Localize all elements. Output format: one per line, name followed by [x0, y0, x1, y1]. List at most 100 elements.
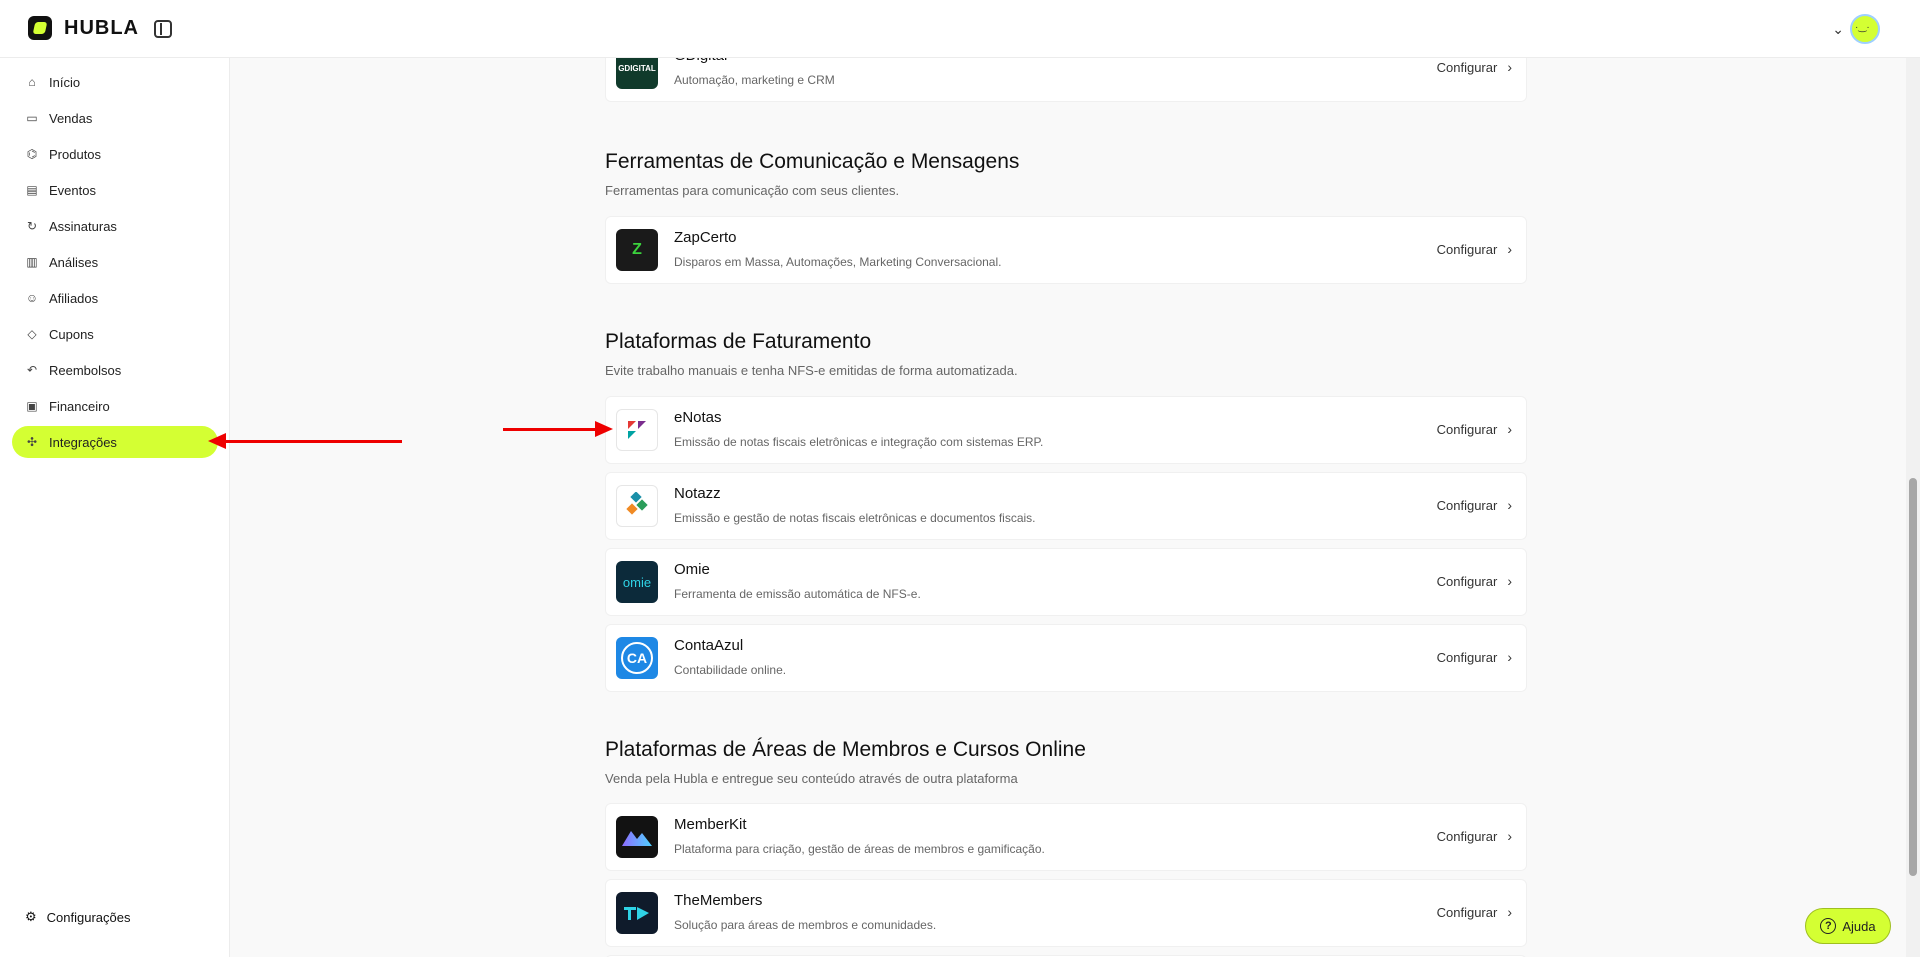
integration-description: Disparos em Massa, Automações, Marketing… [674, 255, 1002, 269]
sidebar-item-eventos[interactable]: ▤ Eventos [12, 174, 218, 206]
sidebar-item-label: Cupons [49, 326, 94, 342]
annotation-arrow-sidebar [224, 440, 402, 443]
collapse-sidebar-icon[interactable] [154, 20, 172, 38]
integration-name: ContaAzul [674, 637, 744, 654]
sidebar-item-cupons[interactable]: ◇ Cupons [12, 318, 218, 350]
notazz-logo [616, 485, 658, 527]
top-bar: HUBLA ⌄ [0, 0, 1920, 58]
zapcerto-logo: Z [616, 229, 658, 271]
integration-card-memberkit[interactable]: MemberKit Plataforma para criação, gestã… [605, 803, 1527, 871]
integration-card-enotas[interactable]: eNotas Emissão de notas fiscais eletrôni… [605, 396, 1527, 464]
main-content: GDIGITAL GDigital Automação, marketing e… [230, 34, 1920, 957]
integration-name: Notazz [674, 485, 721, 502]
chevron-right-icon: › [1507, 649, 1512, 665]
section-title: Ferramentas de Comunicação e Mensagens [605, 150, 1020, 173]
chevron-right-icon: › [1507, 59, 1512, 75]
sidebar-item-label: Eventos [49, 182, 96, 198]
notazz-mark-icon [626, 492, 648, 515]
sidebar-item-analises[interactable]: ▥ Análises [12, 246, 218, 278]
integration-name: Omie [674, 561, 710, 578]
integration-name: ZapCerto [674, 229, 737, 246]
sidebar: ⌂ Início ▭ Vendas ⌬ Produtos ▤ Eventos ↻… [0, 58, 230, 957]
arrow-head-left-icon [208, 433, 226, 449]
configure-button[interactable]: Configurar › [1437, 573, 1512, 589]
sidebar-item-reembolsos[interactable]: ↶ Reembolsos [12, 354, 218, 386]
hubla-logo-icon [28, 16, 52, 40]
configure-button[interactable]: Configurar › [1437, 421, 1512, 437]
configure-button[interactable]: Configurar › [1437, 904, 1512, 920]
help-button[interactable]: ? Ajuda [1805, 908, 1891, 944]
user-menu[interactable]: ⌄ [1832, 14, 1880, 44]
contaazul-logo: CA [616, 637, 658, 679]
bar-chart-icon: ▥ [26, 255, 38, 269]
integration-name: TheMembers [674, 892, 763, 909]
section-subtitle: Ferramentas para comunicação com seus cl… [605, 183, 900, 198]
integration-name: MemberKit [674, 816, 747, 833]
integration-card-zapcerto[interactable]: Z ZapCerto Disparos em Massa, Automações… [605, 216, 1527, 284]
chevron-right-icon: › [1507, 904, 1512, 920]
arrow-head-right-icon [595, 421, 613, 437]
chevron-right-icon: › [1507, 241, 1512, 257]
integration-description: Contabilidade online. [674, 663, 787, 677]
configure-button[interactable]: Configurar › [1437, 59, 1512, 75]
chevron-right-icon: › [1507, 573, 1512, 589]
gear-icon: ⚙ [25, 909, 37, 924]
integration-card-themembers[interactable]: TheMembers Solução para áreas de membros… [605, 879, 1527, 947]
integration-card-contaazul[interactable]: CA ContaAzul Contabilidade online. Confi… [605, 624, 1527, 692]
configure-button[interactable]: Configurar › [1437, 241, 1512, 257]
section-subtitle: Venda pela Hubla e entregue seu conteúdo… [605, 771, 1018, 786]
users-icon: ☺ [25, 291, 39, 305]
sidebar-item-integracoes[interactable]: ✣ Integrações [12, 426, 218, 458]
sidebar-item-label: Reembolsos [49, 362, 122, 378]
refresh-icon: ↻ [26, 219, 38, 233]
sidebar-item-label: Produtos [49, 146, 102, 162]
scrollbar-thumb[interactable] [1909, 478, 1917, 876]
sidebar-item-configuracoes[interactable]: ⚙ Configurações [12, 901, 218, 933]
help-question-icon: ? [1820, 918, 1837, 934]
help-label: Ajuda [1842, 918, 1876, 934]
sidebar-item-vendas[interactable]: ▭ Vendas [12, 102, 218, 134]
sidebar-item-label: Afiliados [49, 290, 99, 306]
integration-name: eNotas [674, 409, 722, 426]
boxes-icon: ⌬ [26, 147, 38, 161]
integration-description: Ferramenta de emissão automática de NFS-… [674, 587, 921, 601]
section-subtitle: Evite trabalho manuais e tenha NFS-e emi… [605, 363, 1018, 378]
enotas-logo [616, 409, 658, 451]
annotation-arrow-enotas [503, 428, 603, 431]
configure-button[interactable]: Configurar › [1437, 828, 1512, 844]
section-title: Plataformas de Faturamento [605, 330, 872, 353]
sidebar-item-label: Integrações [49, 434, 117, 450]
integration-description: Automação, marketing e CRM [674, 73, 835, 87]
sidebar-item-financeiro[interactable]: ▣ Financeiro [12, 390, 218, 422]
integration-description: Emissão de notas fiscais eletrônicas e i… [674, 435, 1044, 449]
sidebar-item-assinaturas[interactable]: ↻ Assinaturas [12, 210, 218, 242]
brand-logo[interactable]: HUBLA [28, 16, 139, 40]
integration-card-omie[interactable]: omie Omie Ferramenta de emissão automáti… [605, 548, 1527, 616]
configure-button[interactable]: Configurar › [1437, 497, 1512, 513]
configure-button[interactable]: Configurar › [1437, 649, 1512, 665]
sidebar-item-label: Configurações [46, 909, 131, 925]
integration-description: Plataforma para criação, gestão de áreas… [674, 842, 1045, 856]
chevron-right-icon: › [1507, 497, 1512, 513]
themembers-logo [616, 892, 658, 934]
wallet-icon: ▣ [26, 399, 38, 413]
contaazul-mark: CA [621, 642, 653, 674]
themembers-mark-icon [624, 907, 649, 920]
home-icon: ⌂ [28, 75, 36, 89]
chevron-right-icon: › [1507, 421, 1512, 437]
integration-description: Solução para áreas de membros e comunida… [674, 918, 937, 932]
brand-name: HUBLA [64, 16, 139, 39]
sidebar-item-inicio[interactable]: ⌂ Início [12, 66, 218, 98]
avatar[interactable] [1850, 14, 1880, 44]
memberkit-logo [616, 816, 658, 858]
ticket-icon: ▤ [26, 183, 38, 197]
integration-description: Emissão e gestão de notas fiscais eletrô… [674, 511, 1036, 525]
sidebar-item-afiliados[interactable]: ☺ Afiliados [12, 282, 218, 314]
puzzle-icon: ✣ [26, 435, 38, 449]
sidebar-item-label: Vendas [49, 110, 93, 126]
sidebar-item-label: Análises [49, 254, 99, 270]
sidebar-item-produtos[interactable]: ⌬ Produtos [12, 138, 218, 170]
enotas-mark-icon [628, 421, 646, 439]
chevron-down-icon[interactable]: ⌄ [1832, 21, 1844, 38]
integration-card-notazz[interactable]: Notazz Emissão e gestão de notas fiscais… [605, 472, 1527, 540]
